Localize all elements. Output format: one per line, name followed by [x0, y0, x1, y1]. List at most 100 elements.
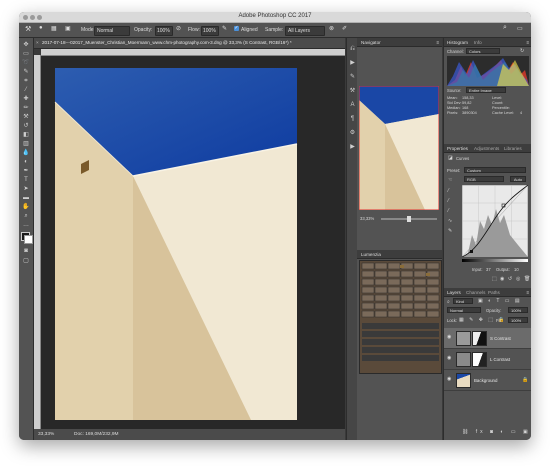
channel-select[interactable]: Colors [466, 48, 500, 54]
pencil-draw-icon[interactable]: ✎ [448, 228, 452, 234]
lumenzia-title[interactable]: Lumenzia [361, 252, 381, 257]
brush-panel-icon[interactable]: ✎ [349, 74, 356, 81]
histogram-menu-icon[interactable]: ≡ [526, 40, 529, 45]
history-brush-tool-icon[interactable]: ↺ [22, 123, 30, 129]
layers-footer-icons[interactable]: ⛓ fx ◙ ◐ ▭ ▣ 🗑 [462, 429, 531, 435]
doc-size-info[interactable]: Doc: 169,0M/232,9M [74, 432, 119, 437]
tab-channels[interactable]: Channels [466, 290, 485, 295]
screen-mode-icon[interactable]: ▢ [22, 258, 30, 264]
flow-field[interactable]: 100% [201, 26, 219, 36]
navigator-zoom[interactable]: 33,33% [360, 216, 374, 221]
tab-libraries[interactable]: Libraries [504, 146, 522, 151]
clone-stamp-tool-icon[interactable]: ⚒ [22, 114, 30, 120]
actions-icon[interactable]: ▶ [349, 60, 356, 67]
navigator-slider-thumb[interactable] [407, 216, 411, 222]
histogram-refresh-icon[interactable]: ↻ [520, 48, 524, 54]
paragraph-icon[interactable]: ¶ [349, 116, 356, 123]
input-value[interactable]: 37 [486, 267, 491, 272]
navigator-title[interactable]: Navigator [361, 40, 381, 45]
tab-info[interactable]: Info [474, 40, 482, 45]
blur-tool-icon[interactable]: 💧 [22, 150, 30, 156]
reset-icon[interactable]: ↺ [508, 276, 512, 282]
layer-s-contrast[interactable]: ◉ S Contrast [444, 328, 531, 349]
navigator-thumbnail[interactable] [359, 86, 439, 210]
visibility-icon[interactable]: ◎ [516, 276, 520, 282]
aligned-checkbox[interactable]: ✓ [234, 26, 239, 31]
brush-preset-icon[interactable]: ● [39, 25, 43, 31]
filter-search-icon[interactable]: ⌕ [447, 299, 450, 305]
canvas-area[interactable] [41, 56, 345, 429]
eyedropper-gray-icon[interactable]: ⁄ [448, 198, 449, 204]
photo-canvas[interactable] [41, 56, 345, 429]
eye-icon[interactable]: ◉ [447, 335, 452, 340]
delete-adjustment-icon[interactable]: 🗑 [524, 276, 530, 282]
dodge-tool-icon[interactable]: ◐ [22, 159, 30, 165]
layer-name[interactable]: Background [474, 378, 497, 383]
eye-icon[interactable]: ◉ [447, 356, 452, 361]
layer-l-contrast[interactable]: ◉ L Contrast [444, 349, 531, 370]
background-color-swatch[interactable] [24, 235, 33, 244]
brush-tool-icon[interactable]: ✏ [22, 105, 30, 111]
type-tool-icon[interactable]: T [22, 177, 30, 183]
hand-tool-icon[interactable]: ✋ [22, 204, 30, 210]
lasso-tool-icon[interactable]: ➰ [22, 60, 30, 66]
quick-select-tool-icon[interactable]: ✎ [22, 69, 30, 75]
history-icon[interactable]: ⎌ [349, 46, 356, 53]
close-tab-icon[interactable]: × [36, 40, 39, 45]
layer-mask-thumbnail[interactable] [472, 331, 487, 346]
clone-source-panel-icon[interactable]: ⚒ [349, 88, 356, 95]
auto-button[interactable]: Auto [510, 176, 526, 182]
layers-menu-icon[interactable]: ≡ [526, 290, 529, 295]
workspace-icon[interactable]: ▭ [517, 25, 523, 32]
sample-select[interactable]: All Layers [285, 26, 325, 36]
path-select-tool-icon[interactable]: ➤ [22, 186, 30, 192]
clone-stamp-icon[interactable]: ⚒ [25, 25, 31, 33]
tab-layers[interactable]: Layers [447, 290, 461, 295]
pen-tool-icon[interactable]: ✒ [22, 168, 30, 174]
tool-presets-icon[interactable]: ⚙ [349, 130, 356, 137]
layer-filter-kind[interactable]: Kind [453, 298, 473, 304]
curves-channel-select[interactable]: RGB [464, 176, 504, 182]
preset-select[interactable]: Custom [464, 167, 526, 173]
output-value[interactable]: 10 [514, 267, 519, 272]
zoom-level[interactable]: 33,33% [38, 432, 54, 437]
character-icon[interactable]: A [349, 102, 356, 109]
crop-tool-icon[interactable]: ⌗ [22, 78, 30, 84]
on-image-adjust-icon[interactable]: ☜ [448, 177, 452, 183]
mode-select[interactable]: Normal [94, 26, 130, 36]
curves-graph[interactable] [462, 185, 528, 257]
tab-paths[interactable]: Paths [488, 290, 500, 295]
zoom-tool-icon[interactable]: ⌕ [22, 213, 30, 219]
blend-mode-select[interactable]: Normal [447, 307, 481, 313]
ignore-adjustment-icon[interactable]: ⊗ [329, 25, 334, 32]
toggle-brush-panel-icon[interactable]: ▦ [51, 25, 57, 32]
shape-tool-icon[interactable]: ▬ [22, 195, 30, 201]
curve-points-icon[interactable]: ∿ [448, 218, 452, 224]
layer-name[interactable]: L Contrast [490, 357, 510, 362]
tab-properties[interactable]: Properties [447, 146, 468, 151]
quick-mask-icon[interactable]: ◙ [22, 248, 30, 254]
pressure-opacity-icon[interactable]: ⊘ [176, 25, 181, 32]
layer-background[interactable]: ◉ Background 🔒 [444, 370, 531, 391]
airbrush-icon[interactable]: ✎ [222, 25, 227, 32]
view-previous-icon[interactable]: ◉ [500, 276, 504, 282]
source-select[interactable]: Entire Image [466, 87, 506, 93]
search-icon[interactable]: ⌕ [503, 24, 507, 32]
background-thumbnail[interactable] [456, 373, 471, 388]
more-tools-icon[interactable]: … [22, 222, 30, 228]
layer-opacity-field[interactable]: 100% [508, 307, 528, 313]
eyedropper-black-icon[interactable]: ⁄ [448, 188, 449, 194]
eyedropper-tool-icon[interactable]: ⁄ [22, 87, 30, 93]
layer-mask-thumbnail[interactable] [472, 352, 487, 367]
clip-to-layer-icon[interactable]: ⬚ [492, 276, 497, 282]
eye-icon[interactable]: ◉ [447, 377, 452, 382]
gradient-tool-icon[interactable]: ▥ [22, 141, 30, 147]
eraser-tool-icon[interactable]: ◧ [22, 132, 30, 138]
fill-field[interactable]: 100% [508, 317, 528, 323]
tab-adjustments[interactable]: Adjustments [474, 146, 499, 151]
layer-filter-icons[interactable]: ▣ ◐ T ▭ ▤ [478, 298, 522, 304]
tab-histogram[interactable]: Histogram [447, 40, 468, 45]
healing-brush-tool-icon[interactable]: ✚ [22, 96, 30, 102]
play-action-icon[interactable]: ▶ [349, 144, 356, 151]
navigator-menu-icon[interactable]: ≡ [436, 40, 439, 45]
